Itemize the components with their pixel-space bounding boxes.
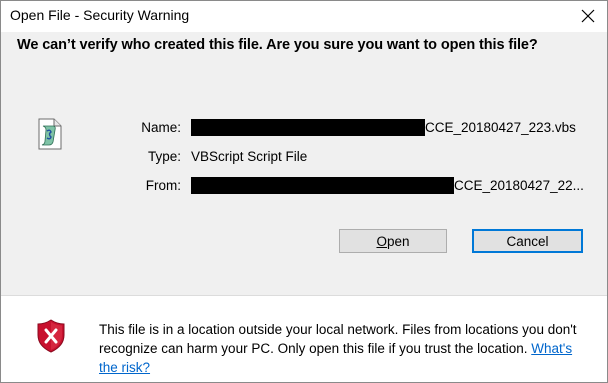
security-shield-icon bbox=[37, 319, 65, 353]
security-warning-dialog: Open File - Security Warning We can’t ve… bbox=[0, 0, 608, 383]
from-value: CCE_20180427_22... bbox=[454, 178, 584, 193]
open-button-accelerator: O bbox=[376, 233, 387, 249]
cancel-button-label: Cancel bbox=[506, 233, 549, 249]
from-label: From: bbox=[145, 178, 181, 193]
name-label: Name: bbox=[141, 120, 181, 135]
warning-message: This file is in a location outside your … bbox=[99, 320, 594, 377]
name-value: CCE_20180427_223.vbs bbox=[425, 120, 576, 135]
cancel-button[interactable]: Cancel bbox=[472, 229, 583, 253]
vbscript-file-icon bbox=[38, 118, 62, 150]
type-value: VBScript Script File bbox=[191, 149, 308, 164]
close-button[interactable] bbox=[575, 4, 601, 28]
open-button-label: pen bbox=[386, 233, 410, 249]
window-title: Open File - Security Warning bbox=[10, 7, 190, 23]
close-icon bbox=[581, 9, 595, 23]
dialog-headline: We can’t verify who created this file. A… bbox=[17, 37, 538, 53]
redacted-from-path bbox=[191, 177, 454, 194]
warning-text: This file is in a location outside your … bbox=[99, 322, 577, 356]
open-button[interactable]: Open bbox=[339, 229, 447, 253]
redacted-name-path bbox=[191, 119, 425, 136]
type-label: Type: bbox=[147, 149, 181, 164]
title-bar[interactable]: Open File - Security Warning bbox=[1, 1, 607, 32]
